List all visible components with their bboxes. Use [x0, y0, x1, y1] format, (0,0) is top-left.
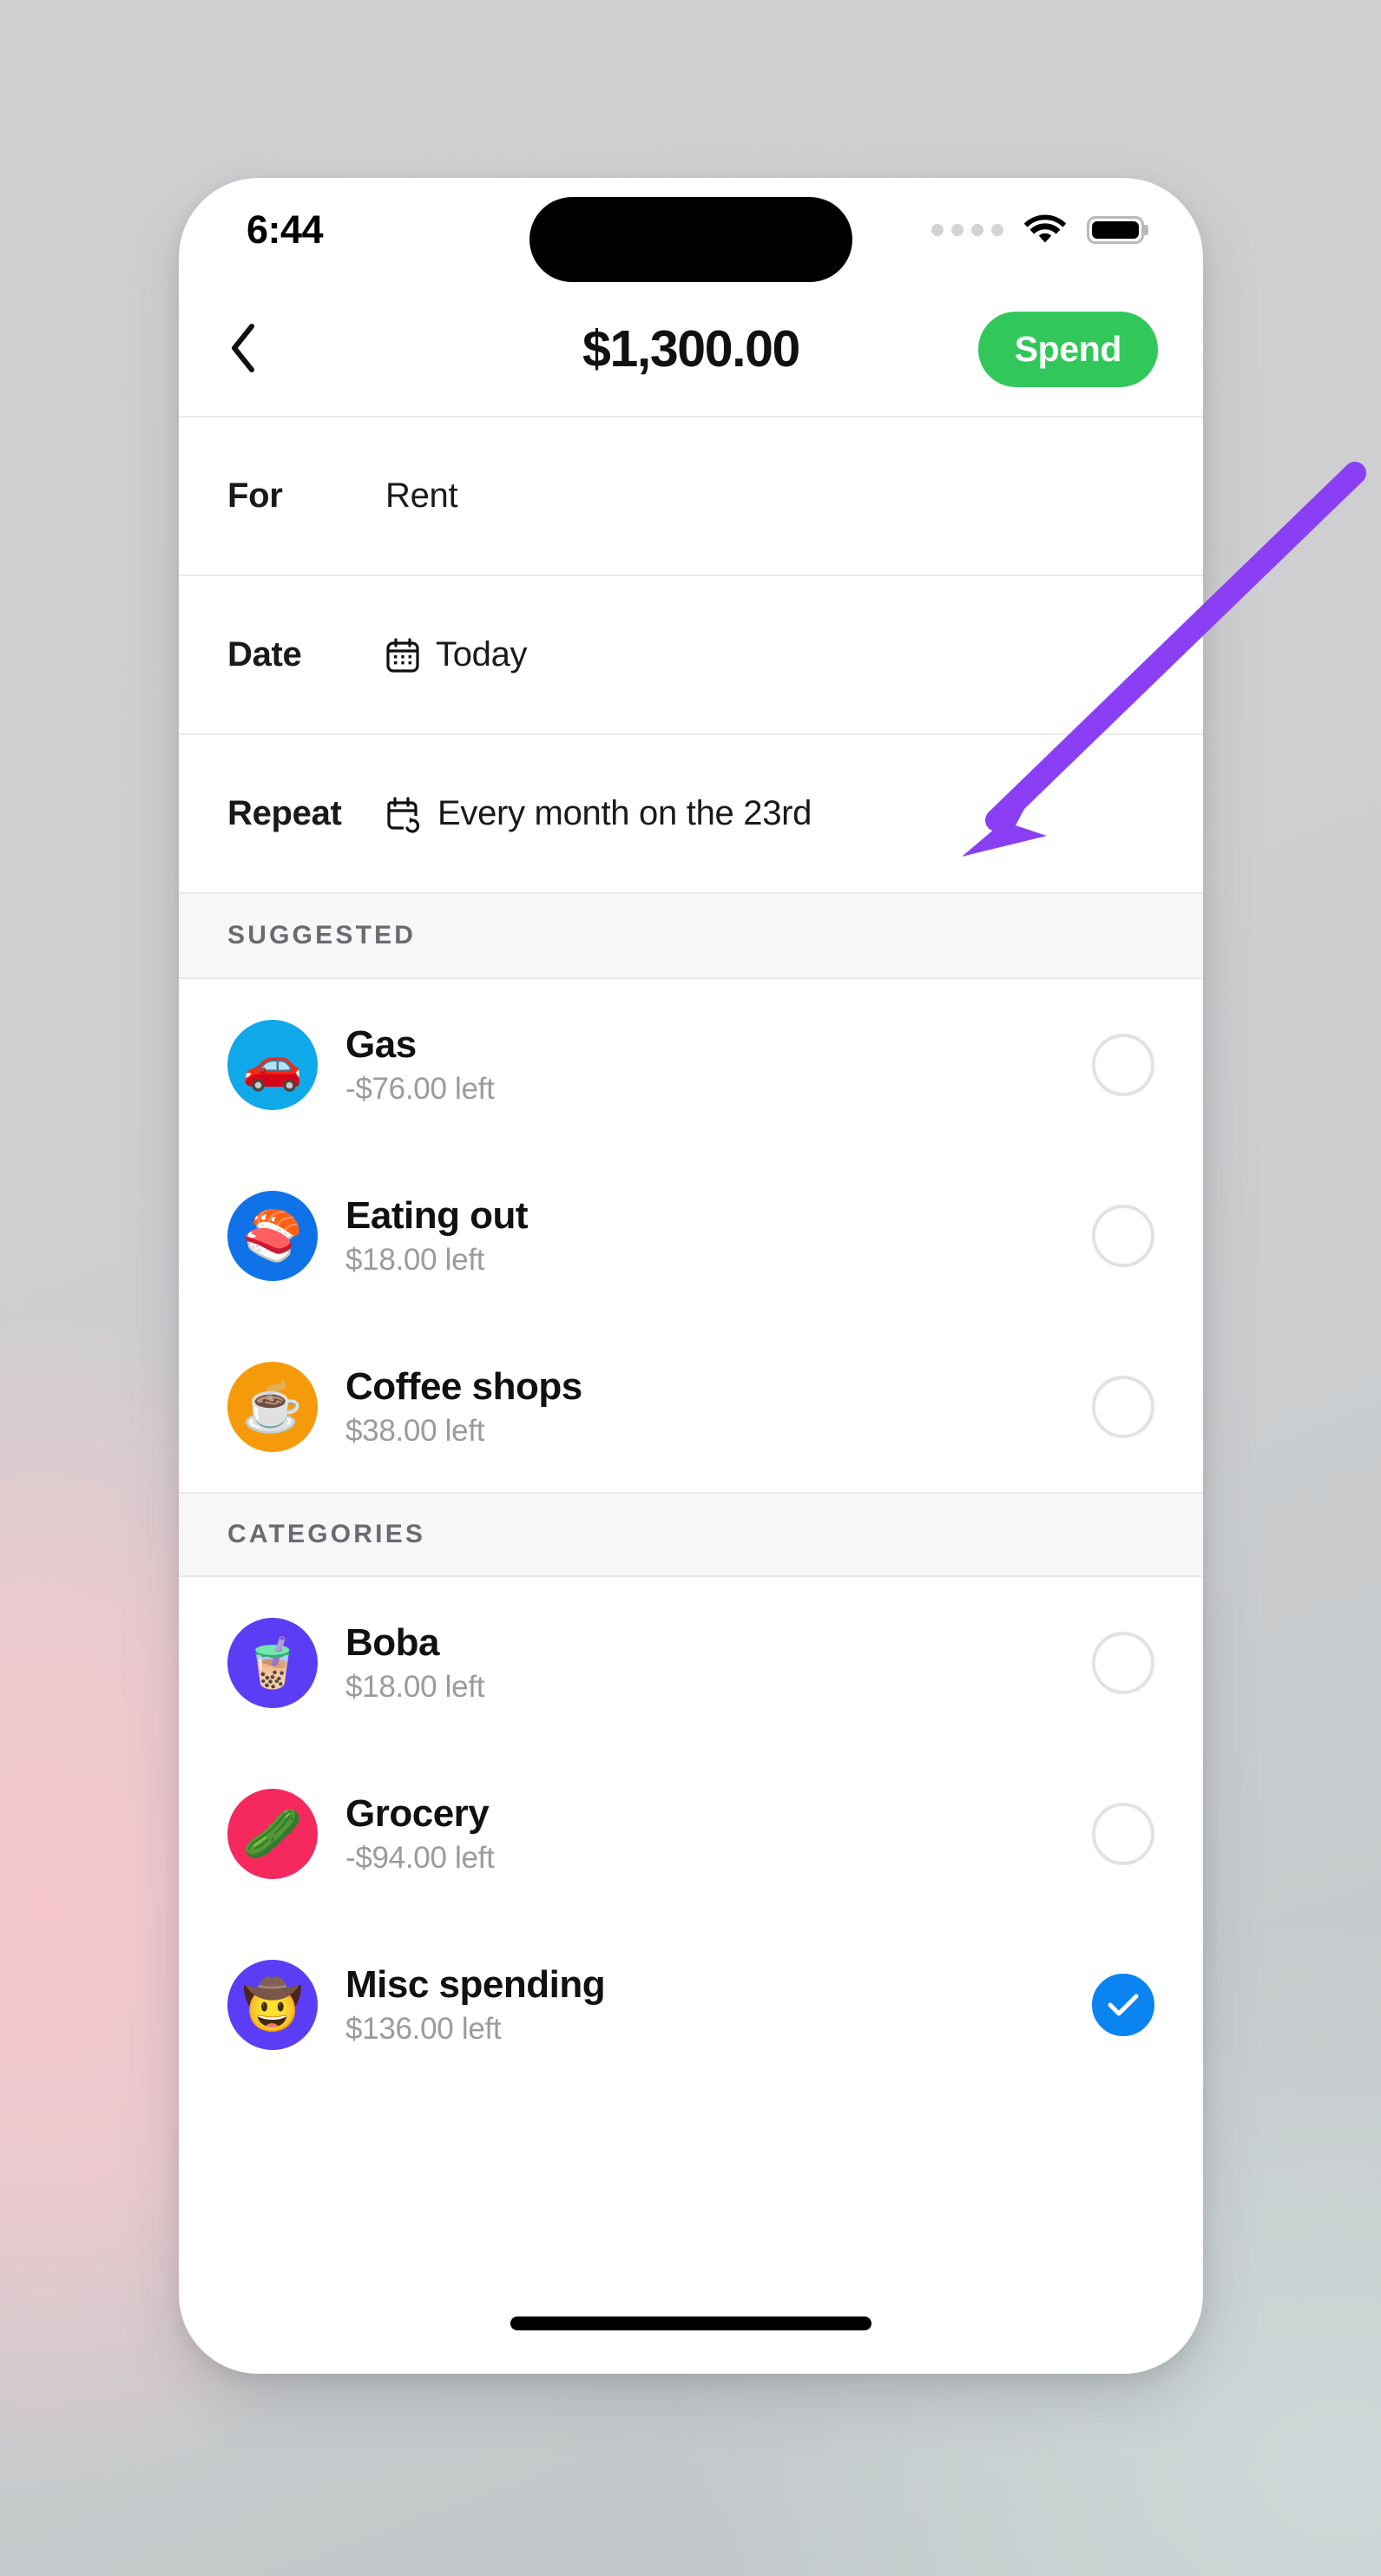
list-item[interactable]: 🤠 Misc spending $136.00 left: [179, 1919, 1203, 2090]
list-item-amount: -$76.00 left: [345, 1071, 495, 1106]
detail-value-date: Today: [385, 635, 528, 674]
list-item-text: Misc spending $136.00 left: [345, 1962, 606, 2047]
cellular-dots-icon: [931, 224, 1003, 236]
car-emoji: 🚗: [227, 1019, 318, 1110]
list-item-text: Gas -$76.00 left: [345, 1023, 495, 1107]
select-toggle[interactable]: [1092, 1204, 1154, 1267]
sushi-emoji: 🍣: [227, 1190, 318, 1281]
back-button[interactable]: [227, 318, 290, 380]
list-item-text: Coffee shops $38.00 left: [345, 1365, 582, 1449]
list-item-amount: -$94.00 left: [345, 1840, 495, 1875]
detail-value-repeat: Every month on the 23rd: [385, 794, 812, 833]
list-item-name: Misc spending: [345, 1962, 606, 2006]
detail-label-repeat: Repeat: [227, 794, 342, 832]
list-item[interactable]: 🧋 Boba $18.00 left: [179, 1577, 1203, 1748]
chevron-left-icon: [227, 323, 257, 376]
status-indicators: [931, 214, 1144, 246]
select-toggle[interactable]: [1092, 1973, 1154, 2036]
list-item[interactable]: 🍣 Eating out $18.00 left: [179, 1150, 1203, 1321]
status-time: 6:44: [247, 207, 324, 252]
section-header-categories: CATEGORIES: [179, 1492, 1203, 1577]
detail-row-repeat[interactable]: Repeat Every month on the 23rd: [179, 735, 1203, 894]
list-item-name: Gas: [345, 1022, 417, 1066]
select-toggle[interactable]: [1092, 1375, 1154, 1438]
bubble-tea-emoji: 🧋: [227, 1617, 318, 1708]
detail-value-for: Rent: [385, 476, 458, 516]
spend-button[interactable]: Spend: [977, 311, 1158, 387]
detail-label-for: For: [227, 476, 283, 515]
cowboy-emoji: 🤠: [227, 1959, 318, 2050]
status-bar: 6:44: [179, 178, 1203, 282]
select-toggle[interactable]: [1092, 1033, 1154, 1096]
list-item-amount: $18.00 left: [345, 1242, 485, 1277]
desktop-backdrop: 6:44 $1,300.00 Spend For Rent Date Today…: [0, 0, 1381, 2576]
select-toggle[interactable]: [1092, 1631, 1154, 1694]
list-item-text: Grocery -$94.00 left: [345, 1792, 495, 1876]
phone-screen: 6:44 $1,300.00 Spend For Rent Date Today…: [179, 178, 1203, 2374]
list-item-amount: $38.00 left: [345, 1413, 485, 1448]
list-item-name: Coffee shops: [345, 1364, 582, 1408]
coffee-emoji: ☕: [227, 1361, 318, 1452]
list-bottom-spacer: [179, 2090, 1203, 2273]
dynamic-island: [529, 197, 852, 282]
home-indicator-area: [179, 2273, 1203, 2374]
calendar-icon: [385, 637, 420, 674]
detail-row-for[interactable]: For Rent: [179, 417, 1203, 576]
navigation-bar: $1,300.00 Spend: [179, 282, 1203, 417]
detail-text-date: Today: [436, 635, 528, 674]
select-toggle[interactable]: [1092, 1802, 1154, 1865]
wifi-icon: [1024, 214, 1066, 246]
detail-row-date[interactable]: Date Today: [179, 576, 1203, 735]
list-item-name: Boba: [345, 1620, 440, 1664]
section-header-suggested: SUGGESTED: [179, 894, 1203, 979]
list-item-name: Grocery: [345, 1791, 490, 1835]
cucumber-emoji: 🥒: [227, 1788, 318, 1879]
list-item-amount: $136.00 left: [345, 2011, 502, 2046]
list-item-text: Boba $18.00 left: [345, 1621, 484, 1705]
list-item[interactable]: 🚗 Gas -$76.00 left: [179, 979, 1203, 1150]
home-indicator[interactable]: [510, 2316, 871, 2330]
list-item[interactable]: ☕ Coffee shops $38.00 left: [179, 1321, 1203, 1492]
calendar-repeat-icon: [385, 795, 422, 833]
list-item-name: Eating out: [345, 1193, 529, 1237]
detail-label-date: Date: [227, 635, 302, 674]
list-item[interactable]: 🥒 Grocery -$94.00 left: [179, 1748, 1203, 1919]
list-item-amount: $18.00 left: [345, 1669, 485, 1704]
detail-text-repeat: Every month on the 23rd: [437, 794, 812, 832]
list-item-text: Eating out $18.00 left: [345, 1193, 529, 1278]
battery-full-icon: [1087, 216, 1144, 244]
detail-text-for: Rent: [385, 476, 458, 515]
